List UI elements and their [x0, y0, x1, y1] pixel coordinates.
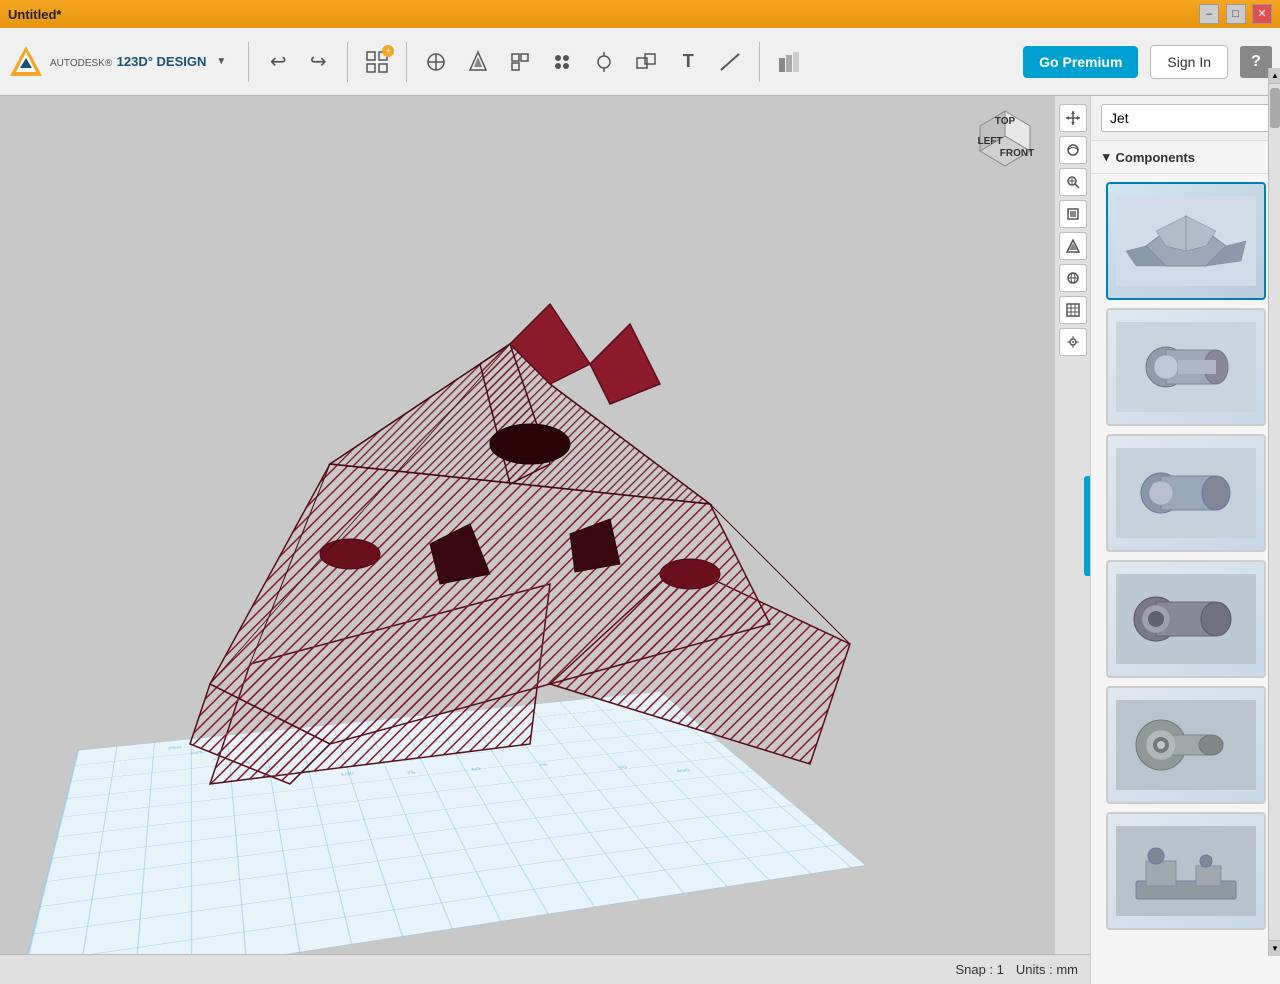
autodesk-logo [8, 44, 44, 80]
toolbar: AUTODESK® 123D° DESIGN ▼ ↩ ↪ + T [0, 28, 1280, 96]
svg-text:40: 40 [617, 765, 630, 770]
component-thumbnail-1 [1116, 196, 1256, 286]
scrollbar-down[interactable]: ▼ [1269, 940, 1280, 956]
component-item-5[interactable] [1106, 686, 1266, 804]
materials-btn[interactable] [770, 43, 808, 81]
text-btn[interactable]: T [669, 43, 707, 81]
svg-text:TOP: TOP [995, 116, 1016, 127]
wireframe-tool[interactable] [1059, 264, 1087, 292]
component-item-2[interactable] [1106, 308, 1266, 426]
svg-text:125: 125 [296, 769, 311, 775]
logo-dropdown[interactable]: ▼ [216, 56, 226, 67]
svg-text:150: 150 [264, 765, 279, 771]
group-btn[interactable] [585, 43, 623, 81]
toolbar-sep-4 [759, 42, 760, 82]
signin-btn[interactable]: Sign In [1150, 45, 1228, 79]
logo-text: AUTODESK® 123D° DESIGN [50, 53, 206, 71]
orbit-tool[interactable] [1059, 136, 1087, 164]
svg-text:175: 175 [236, 760, 251, 766]
close-btn[interactable]: ✕ [1252, 4, 1272, 24]
grid-tool[interactable] [1059, 296, 1087, 324]
transform-badge: + [382, 45, 394, 57]
svg-text:25: 25 [537, 762, 549, 767]
sketch-btn[interactable] [417, 43, 455, 81]
components-header: ▾ Components [1091, 141, 1280, 174]
component-thumbnail-5 [1116, 700, 1256, 790]
toolbar-sep-1 [248, 42, 249, 82]
maximize-btn[interactable]: □ [1226, 4, 1246, 24]
svg-text:200: 200 [213, 755, 227, 760]
panel-scrollbar[interactable]: ▲ ▼ [1268, 96, 1280, 956]
snap-tool[interactable] [1059, 328, 1087, 356]
svg-text:FRONT: FRONT [1000, 148, 1034, 159]
svg-text:LEFT: LEFT [978, 136, 1003, 147]
view-cube-svg: TOP LEFT FRONT [970, 106, 1040, 176]
component-item-3[interactable] [1106, 434, 1266, 552]
title-bar: Untitled* – □ ✕ [0, 0, 1280, 28]
component-item-6[interactable] [1106, 812, 1266, 930]
components-label: Components [1116, 150, 1195, 165]
svg-text:50: 50 [470, 767, 482, 772]
logo-area: AUTODESK® 123D° DESIGN ▼ [8, 44, 226, 80]
svg-text:400: 400 [674, 768, 691, 774]
collapse-arrow[interactable]: ▾ [1103, 149, 1110, 165]
component-thumbnail-6 [1116, 826, 1256, 916]
components-list [1091, 174, 1280, 984]
grid-background: 250 225 200 175 150 125 100 75 50 25 40 … [17, 691, 866, 984]
status-bar: Snap : 1 Units : mm [0, 954, 1090, 984]
redo-btn[interactable]: ↪ [299, 43, 337, 81]
svg-text:75: 75 [406, 770, 417, 775]
right-panel: ▲ ▼ Jet ▾ Components [1090, 96, 1280, 984]
pan-tool[interactable] [1059, 104, 1087, 132]
undo-redo-group: ↩ ↪ [259, 43, 337, 81]
component-thumbnail-4 [1116, 574, 1256, 664]
transform-tool-wrapper: + [358, 43, 396, 81]
grid-labels: 250 225 200 175 150 125 100 75 50 25 40 … [17, 691, 866, 984]
panel-header: Jet [1091, 96, 1280, 141]
component-thumbnail-2 [1116, 322, 1256, 412]
pattern-btn[interactable] [543, 43, 581, 81]
accent-bar [1084, 476, 1090, 576]
toolbar-sep-3 [406, 42, 407, 82]
minimize-btn[interactable]: – [1199, 4, 1219, 24]
component-item-4[interactable] [1106, 560, 1266, 678]
window-controls: – □ ✕ [1197, 4, 1272, 25]
undo-btn[interactable]: ↩ [259, 43, 297, 81]
toolbar-sep-2 [347, 42, 348, 82]
panel-dropdown[interactable]: Jet [1101, 104, 1270, 132]
zoom-tool[interactable] [1059, 168, 1087, 196]
perspective-tool[interactable] [1059, 232, 1087, 260]
viewport[interactable]: 250 225 200 175 150 125 100 75 50 25 40 … [0, 96, 1090, 984]
component-thumbnail-3 [1116, 448, 1256, 538]
fit-tool[interactable] [1059, 200, 1087, 228]
view-cube[interactable]: TOP LEFT FRONT [970, 106, 1040, 176]
svg-text:100: 100 [340, 771, 356, 777]
premium-btn[interactable]: Go Premium [1023, 46, 1138, 78]
title-bar-text: Untitled* [8, 7, 1197, 22]
scrollbar-thumb[interactable] [1270, 96, 1280, 128]
svg-text:250: 250 [168, 745, 182, 750]
main-area: 250 225 200 175 150 125 100 75 50 25 40 … [0, 96, 1280, 984]
combine-btn[interactable] [627, 43, 665, 81]
units-status: Units : mm [1016, 962, 1078, 977]
construct-btn[interactable] [459, 43, 497, 81]
grid-plane: 250 225 200 175 150 125 100 75 50 25 40 … [17, 691, 866, 984]
modify-btn[interactable] [501, 43, 539, 81]
component-item-1[interactable] [1106, 182, 1266, 300]
svg-text:225: 225 [190, 750, 204, 755]
measure-btn[interactable] [711, 43, 749, 81]
snap-status: Snap : 1 [955, 962, 1003, 977]
